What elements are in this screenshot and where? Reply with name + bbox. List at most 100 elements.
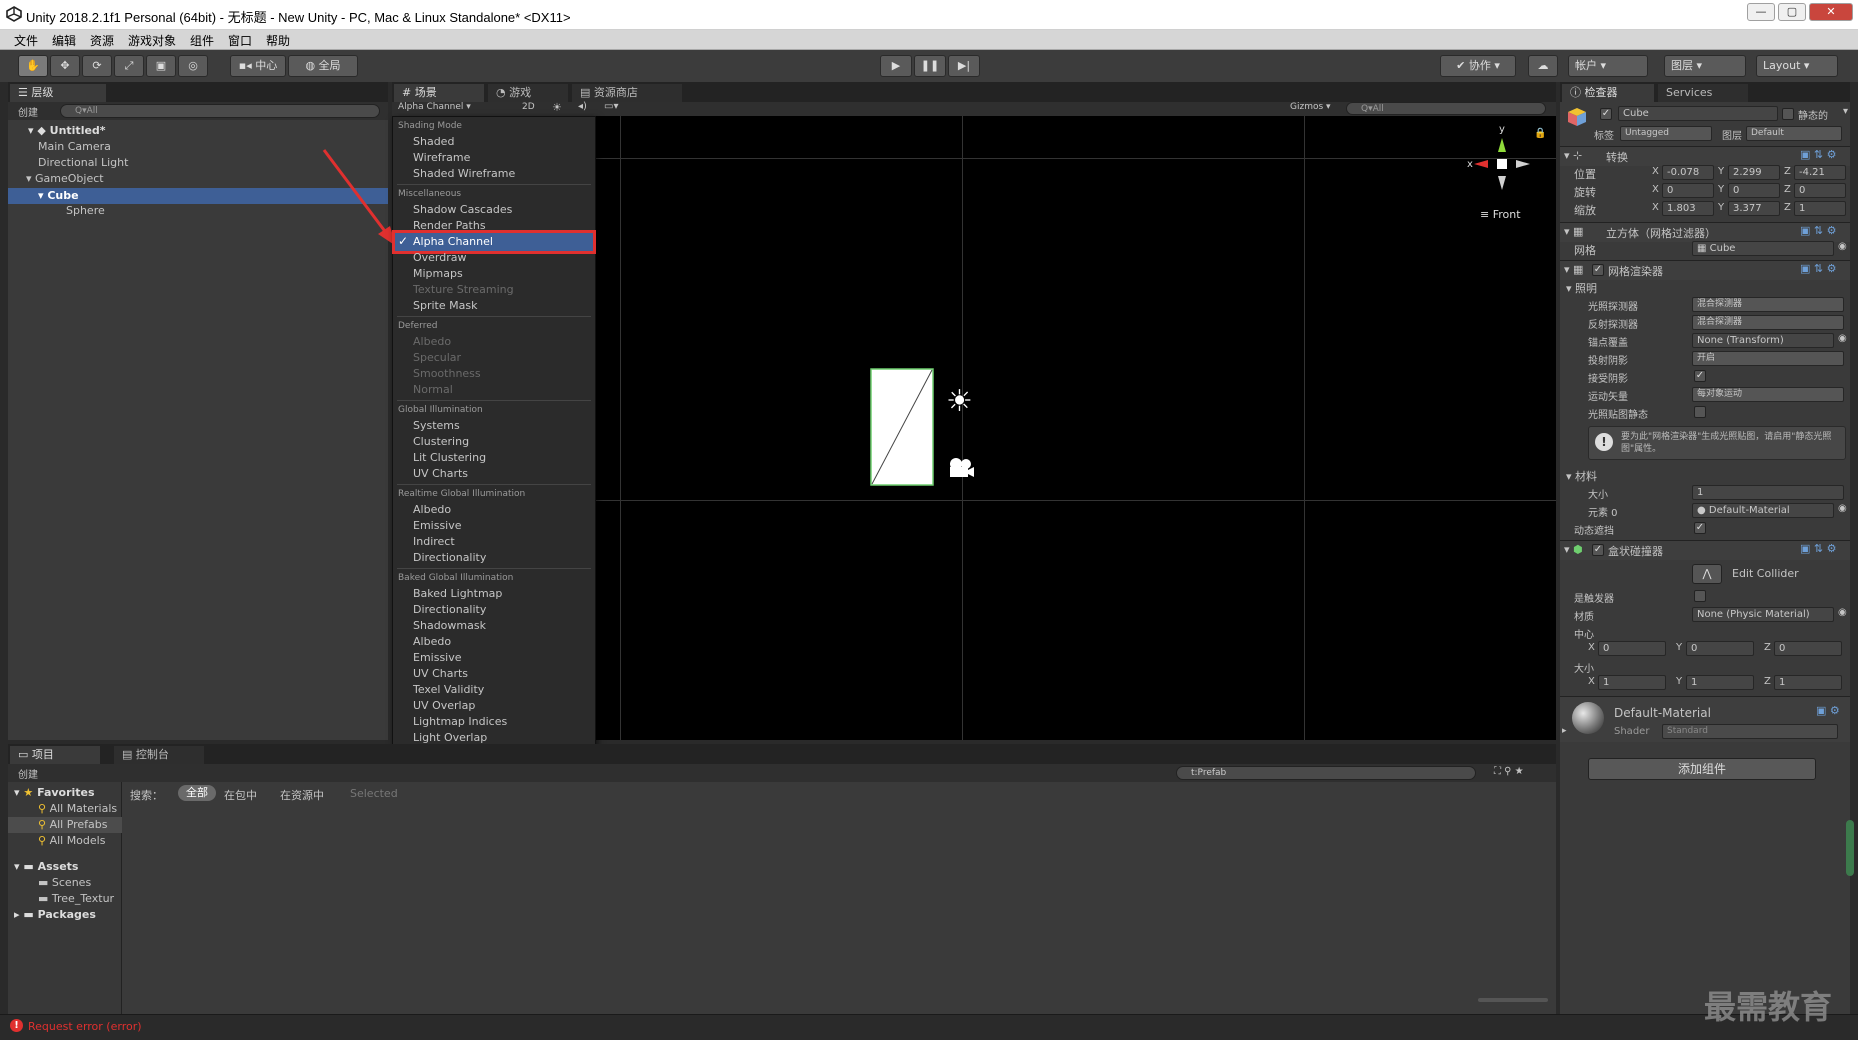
menu-item[interactable]: UV Charts [413,667,468,680]
materials-foldout[interactable]: ▾ 材料 [1566,468,1597,484]
object-name-input[interactable]: Cube [1618,106,1778,121]
size-x-input[interactable]: 1 [1598,675,1666,690]
filter-selected-button[interactable]: Selected [350,787,398,800]
hand-tool-button[interactable]: ✋ [18,55,48,77]
scale-z-input[interactable]: 1 [1794,201,1846,216]
step-button[interactable]: ▶| [948,55,980,77]
receive-shadows-checkbox[interactable]: ✓ [1694,370,1706,382]
inspector-scrollbar[interactable] [1846,820,1854,876]
object-picker-icon[interactable]: ◉ [1838,607,1847,618]
material-fold-icon[interactable]: ▸ [1562,726,1567,736]
position-y-input[interactable]: 2.299 [1728,165,1780,180]
menu-item[interactable]: Shadowmask [413,619,486,632]
active-checkbox[interactable]: ✓ [1600,108,1612,120]
play-button[interactable]: ▶ [880,55,912,77]
menu-gameobject[interactable]: 游戏对象 [128,32,176,49]
tab-console[interactable]: ▤ 控制台 [114,746,204,764]
zoom-slider[interactable] [1478,998,1548,1002]
mesh-renderer-enabled-checkbox[interactable]: ✓ [1592,264,1604,276]
menu-item[interactable]: Shaded Wireframe [413,167,515,180]
center-y-input[interactable]: 0 [1686,641,1754,656]
global-button[interactable]: ◍ 全局 [288,55,358,77]
scene-search-input[interactable]: Q▾All [1346,102,1546,115]
position-z-input[interactable]: -4.21 [1794,165,1846,180]
cast-shadows-dropdown[interactable]: 开启 [1692,351,1844,366]
menu-item[interactable]: Clustering [413,435,469,448]
tab-project[interactable]: ▭ 项目 [10,746,100,764]
draw-mode-dropdown[interactable]: Alpha Channel ▾ [398,102,471,112]
menu-item-selected[interactable]: ✓ Alpha Channel [392,230,596,254]
center-z-input[interactable]: 0 [1774,641,1842,656]
mode-2d-toggle[interactable]: 2D [522,102,535,112]
menu-item[interactable]: Emissive [413,651,462,664]
tag-dropdown[interactable]: Untagged [1620,126,1712,141]
tab-scene[interactable]: # 场景 [394,84,484,102]
move-tool-button[interactable]: ✥ [50,55,80,77]
scene-root[interactable]: ▾ ◆ Untitled* [28,124,106,137]
hierarchy-item-gameobject[interactable]: ▾ GameObject [26,172,104,185]
mesh-filter-fold-icon[interactable]: ▾ ▦ [1564,225,1583,238]
static-dropdown[interactable]: ▾ [1843,106,1848,117]
lightmap-static-checkbox[interactable] [1694,406,1706,418]
menu-item[interactable]: Sprite Mask [413,299,477,312]
hierarchy-create-button[interactable]: 创建 [18,104,38,119]
menu-component[interactable]: 组件 [190,32,214,49]
scale-tool-button[interactable]: ⤢ [114,55,144,77]
collab-button[interactable]: ✔ 协作 ▾ [1440,55,1516,77]
filter-all-button[interactable]: 全部 [178,785,216,801]
lock-icon[interactable]: 🔒 [1534,128,1546,139]
pivot-button[interactable]: ▪◂ 中心 [230,55,286,77]
element0-field[interactable]: ● Default-Material [1692,503,1834,518]
material-menu-icons[interactable]: ▣ ⚙ [1816,704,1840,717]
menu-item[interactable]: Indirect [413,535,455,548]
static-checkbox[interactable] [1782,108,1794,120]
component-menu-icons[interactable]: ▣ ⇅ ⚙ [1800,224,1836,237]
light-probes-dropdown[interactable]: 混合探测器 [1692,297,1844,312]
close-button[interactable]: ✕ [1809,3,1853,21]
minimize-button[interactable]: — [1747,3,1775,21]
menu-edit[interactable]: 编辑 [52,32,76,49]
pause-button[interactable]: ❚❚ [914,55,946,77]
shader-dropdown[interactable]: Standard [1662,724,1838,739]
menu-item[interactable]: Render Paths [413,219,486,232]
project-search-input[interactable]: t:Prefab [1176,766,1476,780]
rect-tool-button[interactable]: ▣ [146,55,176,77]
motion-vectors-dropdown[interactable]: 每对象运动 [1692,387,1844,402]
tab-game[interactable]: ◔ 游戏 [488,84,568,102]
component-menu-icons[interactable]: ▣ ⇅ ⚙ [1800,542,1836,555]
rotation-z-input[interactable]: 0 [1794,183,1846,198]
menu-help[interactable]: 帮助 [266,32,290,49]
menu-item[interactable]: UV Overlap [413,699,475,712]
scene-lighting-icon[interactable]: ☀ [552,101,562,114]
size-y-input[interactable]: 1 [1686,675,1754,690]
hierarchy-item-cube[interactable]: ▾ Cube [38,189,79,202]
position-x-input[interactable]: -0.078 [1662,165,1714,180]
menu-item[interactable]: Wireframe [413,151,470,164]
hierarchy-item-sphere[interactable]: Sphere [66,204,105,217]
account-dropdown[interactable]: 帐户 ▾ [1568,55,1648,77]
scale-y-input[interactable]: 3.377 [1728,201,1780,216]
menu-item[interactable]: Baked Lightmap [413,587,502,600]
favorites-foldout[interactable]: ▾ ★ Favorites [14,786,95,799]
object-picker-icon[interactable]: ◉ [1838,503,1847,514]
menu-file[interactable]: 文件 [14,32,38,49]
status-error-text[interactable]: Request error (error) [28,1020,142,1033]
asset-folder-tree-textures[interactable]: ▬ Tree_Textur [38,892,114,905]
menu-item[interactable]: Mipmaps [413,267,463,280]
layer-dropdown[interactable]: Default [1746,126,1842,141]
packages-foldout[interactable]: ▸ ▬ Packages [14,908,96,921]
scene-effects-icon[interactable]: ▭▾ [604,101,618,112]
hierarchy-search-input[interactable]: Q▾All [60,104,380,118]
menu-item[interactable]: Directionality [413,551,486,564]
filter-package-button[interactable]: 在包中 [224,787,257,803]
box-collider-fold-icon[interactable]: ▾ ⬢ [1564,543,1583,556]
menu-item[interactable]: Directionality [413,603,486,616]
box-collider-enabled-checkbox[interactable]: ✓ [1592,544,1604,556]
menu-item[interactable]: Shadow Cascades [413,203,512,216]
scene-audio-icon[interactable]: ◂) [578,101,587,112]
hierarchy-item-main-camera[interactable]: Main Camera [38,140,111,153]
project-create-button[interactable]: 创建 [18,766,38,781]
collider-material-field[interactable]: None (Physic Material) [1692,607,1834,622]
rotation-y-input[interactable]: 0 [1728,183,1780,198]
menu-item[interactable]: Emissive [413,519,462,532]
